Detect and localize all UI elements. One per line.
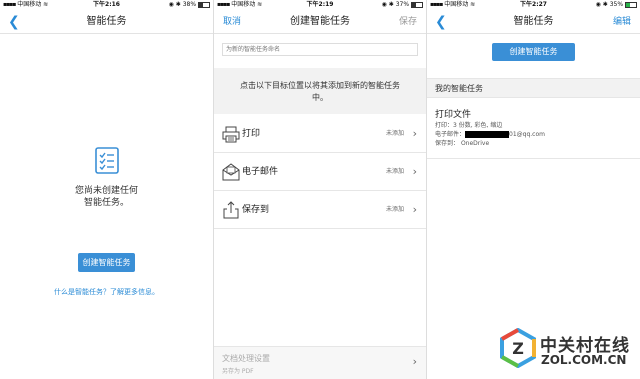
task-name: 打印文件 <box>435 110 472 120</box>
email-icon <box>222 163 240 181</box>
task-save-line: 保存到： OneDrive <box>435 140 490 147</box>
status-right: ◉ ✱ 37% <box>382 0 423 10</box>
battery-percent: 38% <box>182 1 197 8</box>
status-bar: ▪▪▪▪ 中国移动 ≋ 下午2:16 ◉ ✱ 38% <box>0 0 213 10</box>
target-row-save-to[interactable]: 保存到 未添加 › <box>214 191 426 229</box>
target-status: 未添加 <box>385 130 404 137</box>
watermark-text-en: ZOL.COM.CN <box>541 353 627 367</box>
page-title: 创建智能任务 <box>290 16 350 27</box>
chevron-right-icon: › <box>412 165 417 178</box>
task-email-line: 电子邮件： 01@qq.com <box>435 131 545 138</box>
instruction-band: 点击以下目标位置以将其添加到新的智能任务中。 <box>214 68 426 114</box>
edit-button[interactable]: 编辑 <box>613 10 631 34</box>
chevron-right-icon: › <box>412 203 417 216</box>
share-icon <box>223 201 239 219</box>
bluetooth-icon: ✱ <box>175 1 181 8</box>
location-icon: ◉ <box>168 1 174 8</box>
printer-icon <box>222 126 240 143</box>
battery-percent: 35% <box>609 1 624 8</box>
status-bar: ▪▪▪▪ 中国移动 ≋ 下午2:19 ◉ ✱ 37% <box>214 0 426 10</box>
battery-icon <box>411 1 423 8</box>
smart-tasks-empty-screen: ▪▪▪▪ 中国移动 ≋ 下午2:16 ◉ ✱ 38% ❮ 智能任务 您尚未创建任… <box>0 0 213 379</box>
battery-percent: 37% <box>395 1 410 8</box>
target-label: 打印 <box>242 129 261 139</box>
doc-settings-title: 文档处理设置 <box>222 354 270 363</box>
zol-logo-icon: Z <box>500 328 536 368</box>
zol-watermark: Z 中关村在线 ZOL.COM.CN <box>500 326 640 372</box>
create-smart-task-button[interactable]: 创建智能任务 <box>492 43 575 61</box>
battery-icon <box>625 1 637 8</box>
task-card[interactable]: 打印文件 打印：3 份数, 彩色, 缩边 电子邮件： 01@qq.com 保存到：… <box>427 99 640 159</box>
status-right: ◉ ✱ 35% <box>596 0 637 10</box>
location-icon: ◉ <box>381 1 387 8</box>
doc-settings-subtitle: 另存为 PDF <box>222 368 254 375</box>
page-title: 智能任务 <box>513 16 554 27</box>
page-title: 智能任务 <box>86 16 127 27</box>
redacted-block <box>465 131 510 138</box>
bluetooth-icon: ✱ <box>388 1 394 8</box>
location-icon: ◉ <box>595 1 601 8</box>
target-row-email[interactable]: 电子邮件 未添加 › <box>214 153 426 191</box>
create-smart-task-button[interactable]: 创建智能任务 <box>78 253 135 272</box>
save-button[interactable]: 保存 <box>399 10 417 34</box>
target-label: 电子邮件 <box>242 167 279 177</box>
doc-settings-row[interactable]: 文档处理设置 另存为 PDF › <box>214 346 426 379</box>
section-header: 我的智能任务 <box>427 78 640 98</box>
nav-bar: 取消 创建智能任务 保存 <box>214 10 426 34</box>
create-smart-task-screen: ▪▪▪▪ 中国移动 ≋ 下午2:19 ◉ ✱ 37% 取消 创建智能任务 保存 … <box>214 0 426 379</box>
task-print-line: 打印：3 份数, 彩色, 缩边 <box>435 122 503 129</box>
chevron-right-icon: › <box>412 355 417 368</box>
status-bar: ▪▪▪▪ 中国移动 ≋ 下午2:27 ◉ ✱ 35% <box>427 0 640 10</box>
target-label: 保存到 <box>242 205 270 215</box>
target-status: 未添加 <box>385 168 404 175</box>
target-row-print[interactable]: 打印 未添加 › <box>214 115 426 153</box>
screenshot-composite: ▪▪▪▪ 中国移动 ≋ 下午2:16 ◉ ✱ 38% ❮ 智能任务 您尚未创建任… <box>0 0 640 379</box>
bluetooth-icon: ✱ <box>602 1 608 8</box>
chevron-right-icon: › <box>412 127 417 140</box>
status-right: ◉ ✱ 38% <box>169 0 210 10</box>
svg-text:Z: Z <box>512 339 524 358</box>
empty-state-message: 您尚未创建任何 智能任务。 <box>74 186 138 208</box>
instruction-text: 点击以下目标位置以将其添加到新的智能任务中。 <box>240 81 400 102</box>
nav-bar: ❮ 智能任务 编辑 <box>427 10 640 34</box>
checklist-icon <box>95 147 119 174</box>
nav-bar: ❮ 智能任务 <box>0 10 213 34</box>
section-title: 我的智能任务 <box>435 84 483 93</box>
target-status: 未添加 <box>385 206 404 213</box>
learn-more-link[interactable]: 什么是智能任务？了解更多信息。 <box>0 287 213 297</box>
smart-tasks-list-screen: ▪▪▪▪ 中国移动 ≋ 下午2:27 ◉ ✱ 35% ❮ 智能任务 编辑 创建智… <box>427 0 640 379</box>
task-name-input[interactable] <box>222 43 418 56</box>
battery-icon <box>198 1 210 8</box>
